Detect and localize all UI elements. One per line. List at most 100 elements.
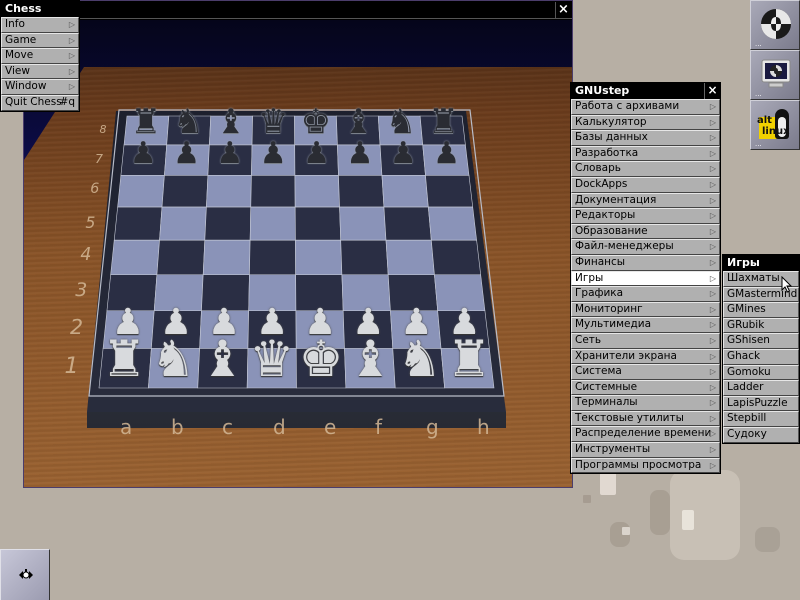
board-square-h4[interactable] bbox=[430, 239, 482, 276]
menu-item[interactable]: Терминалы ▷ bbox=[571, 395, 720, 411]
board-square-a4[interactable] bbox=[110, 239, 160, 276]
close-icon[interactable]: × bbox=[704, 83, 720, 99]
menu-item[interactable]: LapisPuzzle bbox=[723, 395, 799, 412]
board-square-d4[interactable] bbox=[249, 239, 296, 276]
board-square-g5[interactable] bbox=[383, 206, 432, 241]
close-icon[interactable]: × bbox=[555, 2, 571, 18]
menu-item[interactable]: Распределение времени ▷ bbox=[571, 426, 720, 443]
board-square-a5[interactable] bbox=[113, 206, 163, 241]
black-king-piece[interactable]: ♚ bbox=[301, 105, 331, 139]
menu-item[interactable]: Сеть ▷ bbox=[571, 332, 720, 349]
menu-item[interactable]: Разработка ▷ bbox=[571, 145, 720, 162]
menu-item[interactable]: Ladder bbox=[723, 380, 799, 396]
menu-item[interactable]: Хранители экрана ▷ bbox=[571, 348, 720, 365]
board-square-g4[interactable] bbox=[385, 239, 435, 276]
black-pawn-piece[interactable]: ♟ bbox=[216, 139, 243, 169]
menu-item[interactable]: Мониторинг ▷ bbox=[571, 301, 720, 318]
menu-item[interactable]: DockApps ▷ bbox=[571, 176, 720, 193]
white-knight-piece[interactable]: ♞ bbox=[151, 334, 196, 384]
clip-tile[interactable] bbox=[0, 549, 50, 600]
menu-item[interactable]: GMines bbox=[723, 302, 799, 318]
board-square-c5[interactable] bbox=[204, 206, 252, 241]
black-pawn-piece[interactable]: ♟ bbox=[433, 139, 460, 169]
black-rook-piece[interactable]: ♜ bbox=[131, 105, 161, 139]
menu-title[interactable]: Игры bbox=[723, 255, 799, 271]
black-knight-piece[interactable]: ♞ bbox=[173, 105, 203, 139]
submenu-arrow-icon: ▷ bbox=[709, 242, 716, 252]
menu-item[interactable]: Gomoku bbox=[723, 364, 799, 381]
menu-item[interactable]: Игры ▷ bbox=[571, 270, 720, 287]
black-pawn-piece[interactable]: ♟ bbox=[130, 139, 157, 169]
menu-item[interactable]: GShisen bbox=[723, 333, 799, 349]
menu-item[interactable]: Системные ▷ bbox=[571, 379, 720, 396]
white-bishop-piece[interactable]: ♝ bbox=[348, 334, 393, 384]
menu-item[interactable]: View ▷ bbox=[1, 63, 79, 80]
menu-item[interactable]: Window ▷ bbox=[1, 79, 79, 95]
dock-tile-altlinux[interactable]: alt linux ... bbox=[750, 100, 800, 150]
menu-title[interactable]: GNUstep × bbox=[571, 83, 720, 99]
black-pawn-piece[interactable]: ♟ bbox=[173, 139, 200, 169]
menu-item[interactable]: Инструменты ▷ bbox=[571, 442, 720, 458]
dock-tile-monitor[interactable]: ... bbox=[750, 50, 800, 100]
menu-item[interactable]: Quit Chess #q bbox=[1, 94, 79, 111]
black-knight-piece[interactable]: ♞ bbox=[386, 105, 416, 139]
board-square-e6[interactable] bbox=[294, 174, 340, 208]
black-bishop-piece[interactable]: ♝ bbox=[343, 105, 373, 139]
board-square-a6[interactable] bbox=[117, 174, 165, 208]
white-king-piece[interactable]: ♚ bbox=[299, 334, 344, 384]
board-square-f5[interactable] bbox=[339, 206, 387, 241]
menu-item[interactable]: Текстовые утилиты ▷ bbox=[571, 410, 720, 427]
chessboard[interactable] bbox=[24, 20, 572, 487]
board-square-f4[interactable] bbox=[340, 239, 389, 276]
menu-item[interactable]: Файл-менеджеры ▷ bbox=[571, 239, 720, 255]
board-square-f6[interactable] bbox=[338, 174, 385, 208]
menu-item[interactable]: Info ▷ bbox=[1, 17, 79, 33]
menu-item[interactable]: Судоку bbox=[723, 426, 799, 443]
board-square-g6[interactable] bbox=[381, 174, 429, 208]
menu-item[interactable]: Система ▷ bbox=[571, 364, 720, 380]
menu-item[interactable]: Калькулятор ▷ bbox=[571, 114, 720, 131]
menu-item[interactable]: Документация ▷ bbox=[571, 192, 720, 209]
menu-item[interactable]: Графика ▷ bbox=[571, 286, 720, 302]
menu-item[interactable]: Образование ▷ bbox=[571, 223, 720, 240]
black-rook-piece[interactable]: ♜ bbox=[428, 105, 458, 139]
board-square-h6[interactable] bbox=[425, 174, 474, 208]
white-rook-piece[interactable]: ♜ bbox=[102, 334, 147, 384]
board-square-e4[interactable] bbox=[295, 239, 343, 276]
board-square-b4[interactable] bbox=[156, 239, 206, 276]
black-pawn-piece[interactable]: ♟ bbox=[390, 139, 417, 169]
black-queen-piece[interactable]: ♛ bbox=[258, 105, 288, 139]
menu-item[interactable]: GRubik bbox=[723, 317, 799, 334]
menu-item[interactable]: Программы просмотра ▷ bbox=[571, 457, 720, 474]
white-rook-piece[interactable]: ♜ bbox=[446, 334, 491, 384]
board-square-d6[interactable] bbox=[250, 174, 296, 208]
menu-item[interactable]: Редакторы ▷ bbox=[571, 208, 720, 224]
black-pawn-piece[interactable]: ♟ bbox=[303, 139, 330, 169]
menu-item[interactable]: Stepbill bbox=[723, 411, 799, 427]
menu-item[interactable]: Move ▷ bbox=[1, 48, 79, 64]
black-pawn-piece[interactable]: ♟ bbox=[346, 139, 373, 169]
menu-item[interactable]: Работа с архивами ▷ bbox=[571, 99, 720, 115]
board-square-h5[interactable] bbox=[427, 206, 477, 241]
dock-tile-gnustep[interactable]: ... bbox=[750, 0, 800, 50]
chess-board-view[interactable]: 87654321abcdefgh ♜ ♞ ♝ ♛ ♚ ♝ ♞ ♜ ♟ ♟ ♟ ♟ ♟ ♟ ♟ ♟ ♟ ♟ ♟ ♟ ♟ ♟ ♟… bbox=[24, 20, 572, 487]
menu-item[interactable]: Словарь ▷ bbox=[571, 161, 720, 177]
black-bishop-piece[interactable]: ♝ bbox=[216, 105, 246, 139]
board-square-d5[interactable] bbox=[249, 206, 296, 241]
board-square-b5[interactable] bbox=[159, 206, 207, 241]
board-square-e5[interactable] bbox=[294, 206, 342, 241]
black-pawn-piece[interactable]: ♟ bbox=[260, 139, 287, 169]
board-square-c6[interactable] bbox=[206, 174, 252, 208]
menu-title[interactable]: Chess bbox=[1, 1, 79, 17]
menu-item[interactable]: Базы данных ▷ bbox=[571, 130, 720, 146]
board-square-c4[interactable] bbox=[202, 239, 251, 276]
chess-window-titlebar[interactable]: × bbox=[24, 1, 572, 19]
menu-item[interactable]: Мультимедиа ▷ bbox=[571, 317, 720, 333]
white-queen-piece[interactable]: ♛ bbox=[249, 334, 294, 384]
menu-item[interactable]: Game ▷ bbox=[1, 32, 79, 49]
menu-item[interactable]: Ghack bbox=[723, 348, 799, 365]
white-knight-piece[interactable]: ♞ bbox=[397, 334, 442, 384]
white-bishop-piece[interactable]: ♝ bbox=[200, 334, 245, 384]
board-square-b6[interactable] bbox=[161, 174, 209, 208]
menu-item[interactable]: Финансы ▷ bbox=[571, 254, 720, 271]
